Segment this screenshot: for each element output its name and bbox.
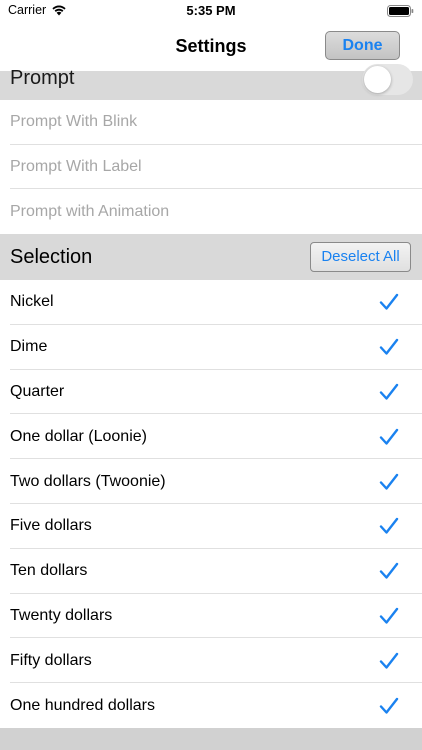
list-item[interactable]: One dollar (Loonie) (0, 414, 422, 459)
settings-screen: Carrier 5:35 PM Settings Done Prompt Pro… (0, 0, 422, 750)
list-item-label: One hundred dollars (10, 696, 155, 714)
checkmark-icon (379, 383, 399, 400)
checkmark-icon (379, 473, 399, 490)
list-item[interactable]: Five dollars (0, 504, 422, 549)
status-time: 5:35 PM (186, 3, 236, 18)
list-item[interactable]: Prompt with Animation (0, 189, 422, 234)
checkmark-icon (379, 607, 399, 624)
checkmark-icon (379, 518, 399, 535)
list-item-label: Fifty dollars (10, 651, 92, 669)
prompt-options-list: Prompt With Blink Prompt With Label Prom… (0, 100, 422, 234)
prompt-section-title: Prompt (10, 67, 75, 89)
list-item-label: Quarter (10, 382, 65, 400)
list-item-label: Prompt With Label (10, 157, 142, 175)
list-item-label: Prompt with Animation (10, 202, 170, 220)
list-item-label: Prompt With Blink (10, 113, 138, 131)
list-item-label: Dime (10, 338, 48, 356)
toggle-knob (364, 66, 391, 93)
list-item[interactable]: Ten dollars (0, 549, 422, 594)
selection-section-title: Selection (10, 246, 93, 268)
checkmark-icon (379, 294, 399, 311)
list-item[interactable]: Two dollars (Twoonie) (0, 459, 422, 504)
prompt-section-header: Prompt (0, 64, 422, 100)
selection-list: Nickel Dime Quarter One dollar (Loonie) … (0, 280, 422, 728)
list-item[interactable]: Twenty dollars (0, 594, 422, 639)
list-item-label: Twenty dollars (10, 606, 113, 624)
checkmark-icon (379, 697, 399, 714)
checkmark-icon (379, 652, 399, 669)
checkmark-icon (379, 428, 399, 445)
list-item-label: Ten dollars (10, 562, 88, 580)
list-item[interactable]: Dime (0, 325, 422, 370)
list-item[interactable]: Nickel (0, 280, 422, 325)
list-item[interactable]: Prompt With Blink (0, 100, 422, 145)
list-item[interactable]: Prompt With Label (0, 145, 422, 190)
battery-icon (387, 5, 414, 17)
done-button[interactable]: Done (325, 31, 400, 60)
list-item[interactable]: Quarter (0, 370, 422, 415)
selection-section-header: Selection Deselect All (0, 234, 422, 280)
checkmark-icon (379, 338, 399, 355)
checkmark-icon (379, 562, 399, 579)
prompt-toggle[interactable] (362, 64, 413, 95)
list-item[interactable]: One hundred dollars (0, 683, 422, 728)
list-item-label: Two dollars (Twoonie) (10, 472, 166, 490)
list-item-label: One dollar (Loonie) (10, 427, 147, 445)
bottom-spacer (0, 728, 422, 750)
status-bar: Carrier 5:35 PM (0, 0, 422, 22)
list-item[interactable]: Fifty dollars (0, 638, 422, 683)
list-item-label: Nickel (10, 293, 54, 311)
deselect-all-button[interactable]: Deselect All (310, 242, 411, 272)
navigation-bar: Settings Done (0, 22, 422, 71)
list-item-label: Five dollars (10, 517, 92, 535)
